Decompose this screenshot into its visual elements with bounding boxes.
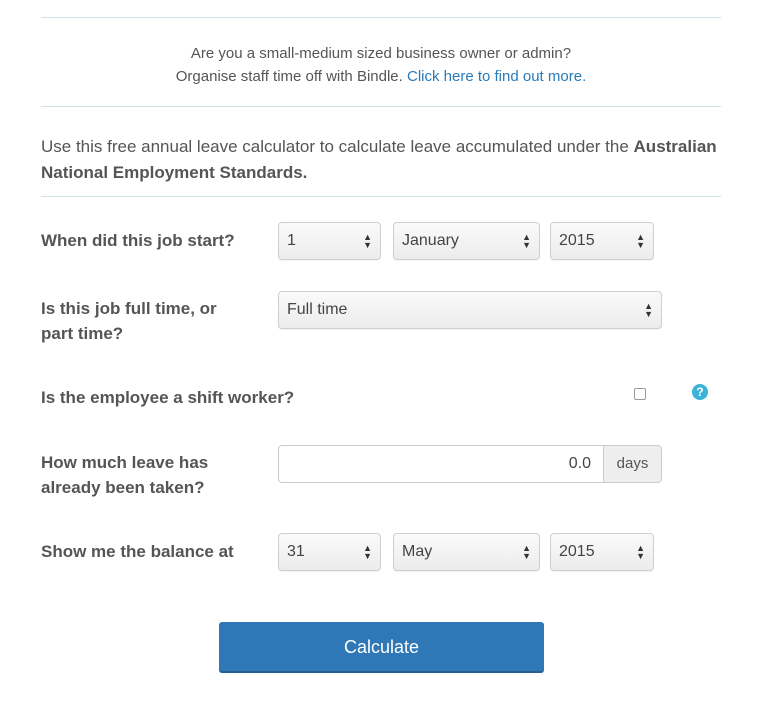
job-start-day-value: 1 [287,232,296,249]
shift-worker-checkbox[interactable] [634,388,646,400]
calculate-button[interactable]: Calculate [219,622,544,673]
job-start-year-value: 2015 [559,232,595,249]
promo-line2: Organise staff time off with Bindle. Cli… [41,65,721,88]
leave-taken-input[interactable]: 0.0 [278,445,604,483]
balance-day-value: 31 [287,543,305,560]
select-arrows-icon: ▲ ▼ [636,232,645,250]
job-type-label-line2: part time? [41,324,124,343]
intro-text: Use this free annual leave calculator to… [41,134,721,186]
leave-taken-label-line2: already been taken? [41,478,205,497]
select-arrows-icon: ▲ ▼ [644,301,653,319]
leave-taken-unit: days [603,445,662,483]
job-start-label: When did this job start? [41,231,235,250]
top-divider [41,17,721,18]
balance-at-label: Show me the balance at [41,542,234,561]
balance-year-value: 2015 [559,543,595,560]
intro-plain: Use this free annual leave calculator to… [41,137,634,156]
select-arrows-icon: ▲ ▼ [636,543,645,561]
balance-day-select[interactable]: 31 ▲ ▼ [278,533,381,571]
select-arrows-icon: ▲ ▼ [522,543,531,561]
question-circle-icon[interactable]: ? [692,384,708,400]
select-arrows-icon: ▲ ▼ [363,543,372,561]
job-type-label-line1: Is this job full time, or [41,299,217,318]
job-type-value: Full time [287,301,348,318]
balance-month-select[interactable]: May ▲ ▼ [393,533,540,571]
job-start-month-select[interactable]: January ▲ ▼ [393,222,540,260]
promo-divider [41,106,721,107]
job-start-month-value: January [402,232,459,249]
job-type-label: Is this job full time, or part time? [41,296,217,346]
balance-month-value: May [402,543,433,560]
promo-line1: Are you a small-medium sized business ow… [190,45,572,62]
leave-taken-label-line1: How much leave has [41,453,209,472]
job-start-year-select[interactable]: 2015 ▲ ▼ [550,222,654,260]
job-type-select[interactable]: Full time ▲ ▼ [278,291,662,329]
leave-taken-group: 0.0 days [278,445,662,483]
select-arrows-icon: ▲ ▼ [363,232,372,250]
promo-link[interactable]: Click here to find out more. [407,68,586,85]
select-arrows-icon: ▲ ▼ [522,232,531,250]
job-start-day-select[interactable]: 1 ▲ ▼ [278,222,381,260]
leave-taken-label: How much leave has already been taken? [41,450,208,500]
shift-worker-label: Is the employee a shift worker? [41,388,295,407]
balance-year-select[interactable]: 2015 ▲ ▼ [550,533,654,571]
promo-line2-text: Organise staff time off with Bindle. [175,68,407,85]
intro-divider [41,196,721,197]
promo-banner: Are you a small-medium sized business ow… [41,42,721,88]
